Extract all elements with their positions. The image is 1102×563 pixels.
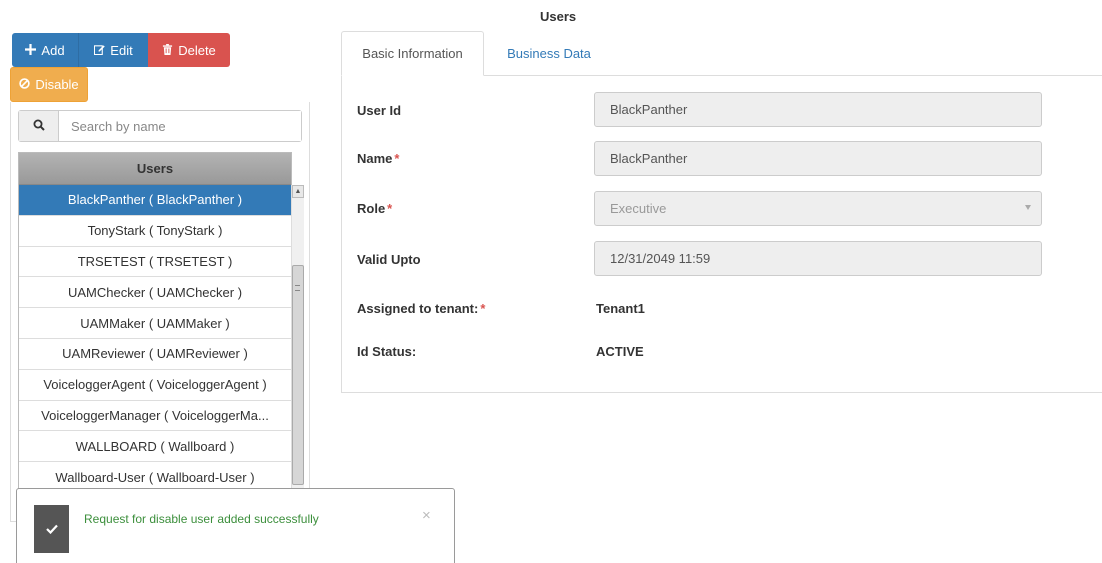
role-label: Role * [357, 201, 393, 216]
edit-icon [94, 43, 106, 58]
toast-notification: Request for disable user added successfu… [16, 488, 455, 563]
id-status-label: Id Status: [357, 344, 417, 359]
user-id-field[interactable]: BlackPanther [594, 92, 1042, 127]
user-list: Users BlackPanther ( BlackPanther ) Tony… [18, 152, 292, 489]
tab-basic-information[interactable]: Basic Information [341, 31, 484, 76]
list-item[interactable]: BlackPanther ( BlackPanther ) [19, 185, 291, 216]
list-item[interactable]: TonyStark ( TonyStark ) [19, 216, 291, 247]
list-item[interactable]: VoiceloggerManager ( VoiceloggerMa... [19, 401, 291, 432]
user-list-scrollbar[interactable]: ▲ [291, 185, 304, 489]
disable-button-label: Disable [35, 77, 79, 92]
tenant-value: Tenant1 [596, 301, 645, 316]
name-label: Name * [357, 151, 400, 166]
search-icon [33, 119, 45, 134]
edit-button[interactable]: Edit [78, 33, 148, 67]
search-group [18, 110, 302, 142]
valid-upto-field[interactable]: 12/31/2049 11:59 [594, 241, 1042, 276]
scroll-grip-icon [295, 285, 300, 291]
edit-button-label: Edit [110, 42, 133, 58]
add-button-label: Add [41, 42, 65, 58]
required-marker: * [387, 201, 393, 216]
required-marker: * [394, 151, 400, 166]
search-addon[interactable] [19, 111, 59, 141]
list-item[interactable]: Wallboard-User ( Wallboard-User ) [19, 462, 291, 488]
list-item[interactable]: WALLBOARD ( Wallboard ) [19, 431, 291, 463]
list-item[interactable]: UAMMaker ( UAMMaker ) [19, 308, 291, 339]
role-select[interactable]: Executive [594, 191, 1042, 226]
check-icon [34, 505, 69, 553]
toast-message: Request for disable user added successfu… [84, 512, 319, 526]
close-icon[interactable]: × [422, 507, 431, 524]
list-item[interactable]: TRSETEST ( TRSETEST ) [19, 247, 291, 278]
id-status-value: ACTIVE [596, 344, 644, 359]
disable-button[interactable]: Disable [10, 67, 88, 102]
required-marker: * [480, 301, 486, 316]
list-item[interactable]: VoiceloggerAgent ( VoiceloggerAgent ) [19, 370, 291, 401]
scroll-up-arrow-icon[interactable]: ▲ [292, 185, 304, 198]
page-title: Users [540, 9, 577, 24]
list-item[interactable]: UAMReviewer ( UAMReviewer ) [19, 339, 291, 370]
chevron-down-icon [1025, 205, 1031, 210]
valid-upto-label: Valid Upto [357, 252, 421, 267]
user-list-header: Users [19, 153, 291, 185]
add-button[interactable]: Add [12, 33, 78, 67]
tenant-label: Assigned to tenant: * [357, 301, 486, 316]
delete-button-label: Delete [178, 42, 216, 58]
scroll-thumb[interactable] [292, 265, 304, 485]
user-id-label: User Id [357, 103, 402, 118]
ban-icon [19, 77, 31, 92]
role-selected-value: Executive [610, 201, 667, 216]
plus-icon [25, 43, 37, 58]
trash-icon [162, 43, 173, 58]
delete-button[interactable]: Delete [148, 33, 230, 67]
search-input[interactable] [59, 111, 301, 141]
list-item[interactable]: UAMChecker ( UAMChecker ) [19, 277, 291, 309]
tab-business-data[interactable]: Business Data [484, 31, 614, 76]
name-field[interactable]: BlackPanther [594, 141, 1042, 176]
